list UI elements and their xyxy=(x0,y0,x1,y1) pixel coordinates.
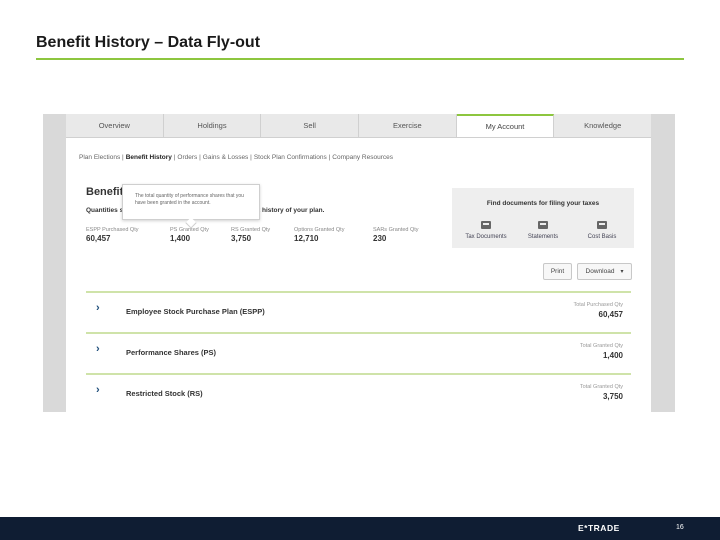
inbox-icon xyxy=(481,221,491,229)
subnav-benefit-history[interactable]: Benefit History xyxy=(126,154,172,161)
print-button[interactable]: Print xyxy=(543,263,572,280)
tab-knowledge[interactable]: Knowledge xyxy=(554,114,651,137)
sub-navigation: Plan Elections | Benefit History | Order… xyxy=(79,154,395,161)
doc-link-label: Cost Basis xyxy=(587,234,617,240)
stat-label: SARs Granted Qty xyxy=(373,227,419,233)
plan-qty-label: Total Purchased Qty xyxy=(573,302,623,308)
tab-holdings[interactable]: Holdings xyxy=(164,114,262,137)
doc-link-label: Tax Documents xyxy=(465,234,507,240)
doc-link-cost-basis[interactable]: Cost Basis xyxy=(576,221,628,240)
chevron-right-icon[interactable]: › xyxy=(96,302,100,314)
stat-options: Options Granted Qty 12,710 xyxy=(294,227,344,243)
plan-title: Performance Shares (PS) xyxy=(126,348,217,357)
plan-qty-label: Total Granted Qty xyxy=(579,384,623,390)
stat-value: 60,457 xyxy=(86,234,111,243)
docs-title: Find documents for filing your taxes xyxy=(486,200,600,207)
plan-qty-value: 60,457 xyxy=(598,310,623,319)
chevron-down-icon: ▾ xyxy=(620,269,624,275)
plan-qty-value: 3,750 xyxy=(602,392,623,401)
page-number: 16 xyxy=(676,524,684,531)
plan-title: Restricted Stock (RS) xyxy=(126,389,203,398)
plan-row-espp[interactable]: › Employee Stock Purchase Plan (ESPP) To… xyxy=(86,291,631,327)
data-flyout-tooltip: The total quantity of performance shares… xyxy=(122,184,260,220)
title-rule xyxy=(36,58,684,60)
doc-link-label: Statements xyxy=(527,234,559,240)
section-subtitle-right: t history of your plan. xyxy=(258,207,325,214)
stat-value: 230 xyxy=(373,234,387,243)
stat-sars: SARs Granted Qty 230 xyxy=(373,227,419,243)
plan-row-rs[interactable]: › Restricted Stock (RS) Total Granted Qt… xyxy=(86,373,631,409)
subnav-plan-elections[interactable]: Plan Elections | xyxy=(79,154,124,161)
chevron-right-icon[interactable]: › xyxy=(96,343,100,355)
download-label: Download xyxy=(585,268,615,275)
inbox-icon xyxy=(597,221,607,229)
plan-qty-value: 1,400 xyxy=(602,351,623,360)
inbox-icon xyxy=(538,221,548,229)
stat-label: RS Granted Qty xyxy=(231,227,271,233)
slide-footer: E*TRADE 16 xyxy=(0,517,720,540)
etrade-logo: E*TRADE xyxy=(578,523,620,533)
doc-link-tax-documents[interactable]: Tax Documents xyxy=(460,221,512,240)
subnav-stock-plan-confirmations[interactable]: Stock Plan Confirmations | xyxy=(254,154,330,161)
stat-value: 1,400 xyxy=(170,234,191,243)
stat-label: Options Granted Qty xyxy=(294,227,345,233)
stat-ps[interactable]: PS Granted Qty 1,400 xyxy=(170,227,209,243)
stat-rs: RS Granted Qty 3,750 xyxy=(231,227,270,243)
subnav-company-resources[interactable]: Company Resources xyxy=(332,154,393,161)
stat-value: 3,750 xyxy=(231,234,252,243)
stat-espp: ESPP Purchased Qty 60,457 xyxy=(86,227,138,243)
download-button[interactable]: Download ▾ xyxy=(577,263,632,280)
plan-row-ps[interactable]: › Performance Shares (PS) Total Granted … xyxy=(86,332,631,368)
stat-label: ESPP Purchased Qty xyxy=(86,227,139,233)
tooltip-text: The total quantity of performance shares… xyxy=(135,193,244,206)
slide-title: Benefit History – Data Fly-out xyxy=(36,34,261,51)
tab-my-account[interactable]: My Account xyxy=(456,114,555,137)
tab-sell[interactable]: Sell xyxy=(261,114,360,137)
doc-link-statements[interactable]: Statements xyxy=(517,221,569,240)
plan-title: Employee Stock Purchase Plan (ESPP) xyxy=(126,307,265,316)
subnav-gains-losses[interactable]: Gains & Losses | xyxy=(203,154,252,161)
stat-value: 12,710 xyxy=(294,234,319,243)
tab-overview[interactable]: Overview xyxy=(66,114,164,137)
screenshot: Overview Holdings Sell Exercise My Accou… xyxy=(66,114,651,412)
subnav-orders[interactable]: | Orders | xyxy=(174,154,201,161)
section-subtitle-left: Quantities s xyxy=(86,207,124,214)
tax-documents-panel: Find documents for filing your taxes Tax… xyxy=(452,188,634,248)
chevron-right-icon[interactable]: › xyxy=(96,384,100,396)
section-heading: Benefit xyxy=(86,186,124,198)
plan-qty-label: Total Granted Qty xyxy=(579,343,623,349)
tab-exercise[interactable]: Exercise xyxy=(359,114,457,137)
main-tabs: Overview Holdings Sell Exercise My Accou… xyxy=(66,114,651,138)
